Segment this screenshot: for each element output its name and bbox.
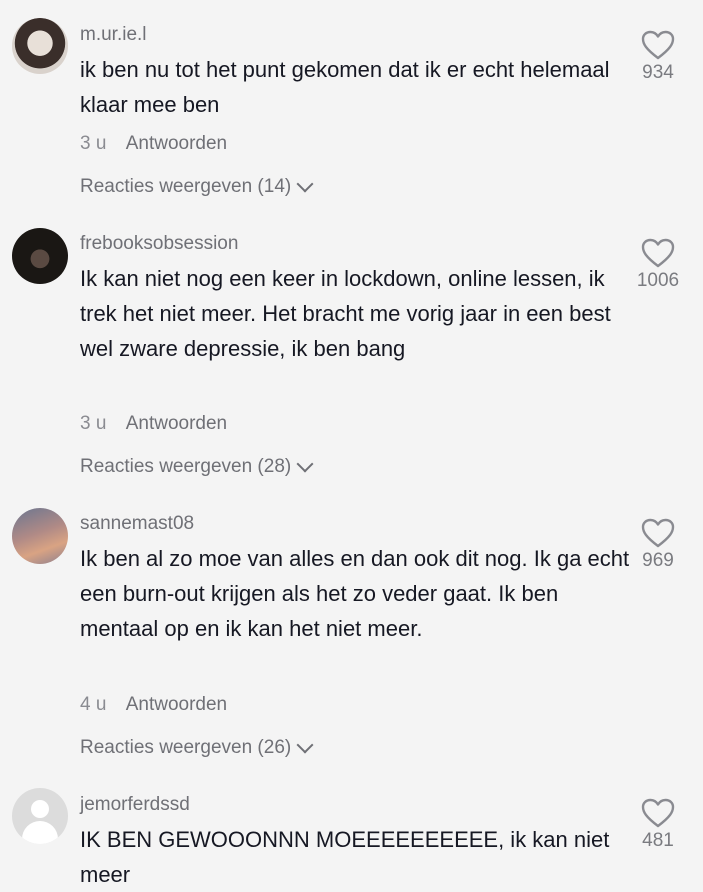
view-replies-button[interactable]: Reacties weergeven (14) [80, 175, 314, 198]
comment-text: Ik ben al zo moe van alles en dan ook di… [80, 546, 630, 641]
chevron-down-icon [296, 736, 314, 754]
view-replies-label: Reacties weergeven (26) [80, 737, 292, 758]
like-count: 1006 [636, 270, 680, 291]
comment-text: ik ben nu tot het punt gekomen dat ik er… [80, 57, 610, 117]
like-count: 969 [642, 550, 674, 571]
like-button[interactable]: 481 [623, 798, 693, 852]
comment-meta: 3 u Antwoorden [80, 133, 227, 155]
avatar[interactable] [12, 228, 68, 284]
chevron-down-icon [296, 175, 314, 193]
view-replies-label: Reacties weergeven (28) [80, 456, 292, 477]
comment-username[interactable]: sannemast08 [80, 513, 194, 535]
avatar[interactable] [12, 18, 68, 74]
heart-icon [641, 518, 675, 548]
comment-meta: 3 u Antwoorden [80, 413, 227, 435]
view-replies-button[interactable]: Reacties weergeven (28) [80, 455, 314, 478]
comment-time: 3 u [80, 133, 107, 154]
avatar[interactable] [12, 508, 68, 564]
comment-text: IK BEN GEWOOONNN MOEEEEEEEEEE, ik kan ni… [80, 827, 610, 887]
comment-text: Ik kan niet nog een keer in lockdown, on… [80, 266, 611, 361]
comment-meta: 4 u Antwoorden [80, 694, 227, 716]
chevron-down-icon [296, 455, 314, 473]
comment-username[interactable]: frebooksobsession [80, 233, 238, 255]
reply-button[interactable]: Antwoorden [126, 413, 227, 434]
like-button[interactable]: 1006 [623, 238, 693, 292]
like-button[interactable]: 969 [623, 518, 693, 572]
heart-icon [641, 238, 675, 268]
like-button[interactable]: 934 [623, 30, 693, 84]
avatar-head-shape [31, 800, 49, 818]
default-avatar-icon[interactable] [12, 788, 68, 844]
heart-icon [641, 30, 675, 60]
comment-username[interactable]: jemorferdssd [80, 794, 190, 816]
reply-button[interactable]: Antwoorden [126, 133, 227, 154]
like-count: 934 [642, 62, 674, 83]
view-replies-button[interactable]: Reacties weergeven (26) [80, 736, 314, 759]
comment-username[interactable]: m.ur.ie.l [80, 24, 147, 46]
avatar-body-shape [22, 821, 58, 844]
heart-icon [641, 798, 675, 828]
view-replies-label: Reacties weergeven (14) [80, 176, 292, 197]
reply-button[interactable]: Antwoorden [126, 694, 227, 715]
like-count: 481 [642, 830, 674, 851]
comment-time: 3 u [80, 413, 107, 434]
comment-time: 4 u [80, 694, 107, 715]
